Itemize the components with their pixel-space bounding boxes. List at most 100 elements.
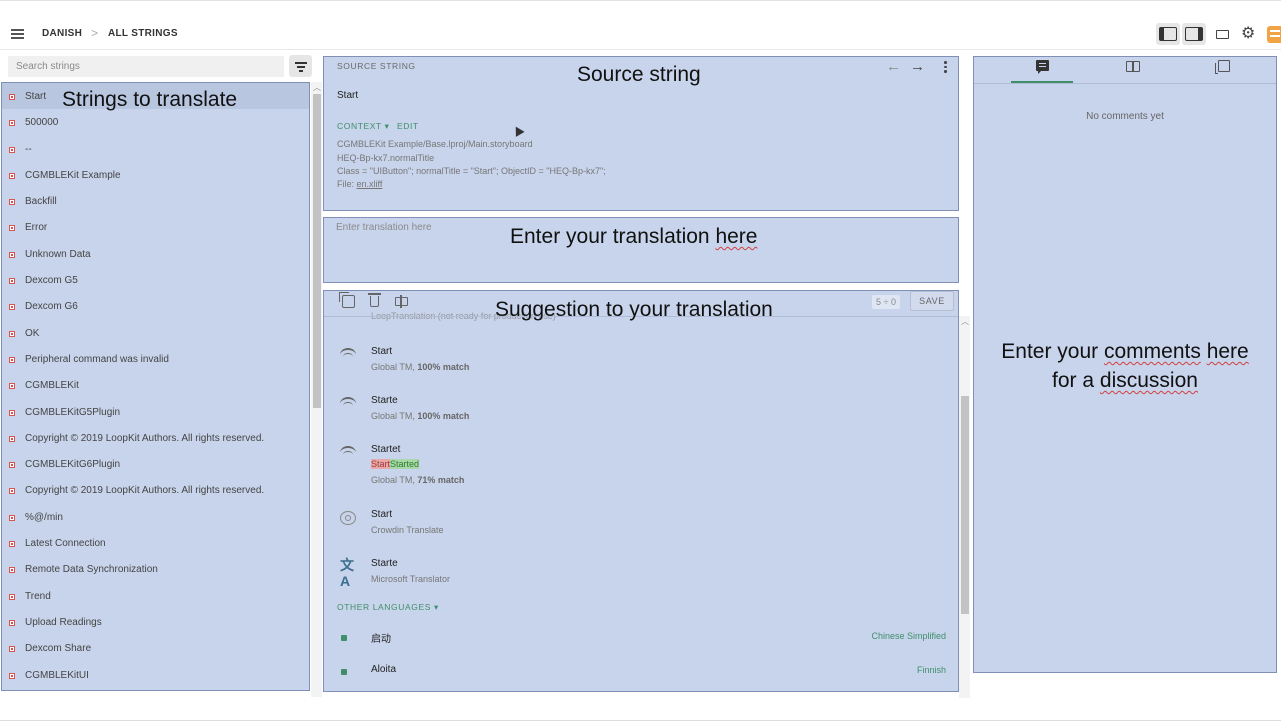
suggestion-item[interactable]: Start Crowdin Translate [324, 507, 958, 555]
string-text: Trend [25, 590, 51, 602]
layout-left-button[interactable] [1156, 23, 1180, 45]
save-button[interactable]: SAVE [910, 291, 954, 311]
menu-icon[interactable] [11, 29, 24, 39]
string-list-item[interactable]: Dexcom Share [2, 635, 309, 661]
split-view-icon[interactable] [395, 295, 408, 308]
string-list-item[interactable]: Copyright © 2019 LoopKit Authors. All ri… [2, 477, 309, 503]
scroll-up-icon[interactable]: ︿ [313, 82, 321, 93]
tab-comments[interactable] [1011, 57, 1073, 83]
suggestion-item[interactable]: Startet StartStarted Global TM, 71% matc… [324, 442, 958, 504]
other-language-text: Aloita [371, 664, 397, 675]
breadcrumb-page[interactable]: ALL STRINGS [108, 28, 178, 39]
scrollbar-thumb[interactable] [961, 396, 969, 614]
microsoft-translator-icon: 文A [340, 557, 354, 589]
copy-source-icon[interactable] [339, 292, 355, 308]
untranslated-status-icon [9, 567, 15, 574]
avatar[interactable] [1267, 26, 1281, 43]
string-list-item[interactable]: Copyright © 2019 LoopKit Authors. All ri… [2, 425, 309, 451]
string-text: Copyright © 2019 LoopKit Authors. All ri… [25, 485, 265, 497]
string-list-item[interactable]: Backfill [2, 188, 309, 214]
other-language-name: Chinese Simplified [871, 631, 946, 641]
other-language-name: Finnish [916, 665, 946, 675]
context-line: CGMBLEKit Example/Base.lproj/Main.storyb… [337, 139, 533, 149]
suggestion-source: Global TM, 71% match [371, 475, 465, 485]
source-overlay-caption: Source string [577, 63, 701, 86]
string-text: Start [25, 91, 47, 102]
tab-history[interactable] [1192, 57, 1254, 83]
breadcrumb-project[interactable]: DANISH [42, 28, 82, 39]
string-list-item[interactable]: Latest Connection [2, 530, 309, 556]
next-arrow-icon[interactable]: → [910, 58, 925, 75]
string-list-item[interactable]: 500000 [2, 109, 309, 135]
previous-arrow-icon[interactable]: ← [886, 58, 901, 75]
string-text: CGMBLEKitUI [25, 669, 89, 681]
context-edit-link[interactable]: EDIT [397, 121, 419, 131]
untranslated-status-icon [9, 541, 15, 548]
string-list-item[interactable]: Dexcom G6 [2, 293, 309, 319]
untranslated-status-icon [9, 304, 15, 311]
right-sidebar-icon [1185, 27, 1203, 41]
untranslated-status-icon [9, 356, 15, 363]
string-text: Backfill [25, 196, 57, 208]
string-text: 500000 [25, 117, 59, 129]
untranslated-status-icon [9, 435, 15, 442]
string-list-item[interactable]: CGMBLEKit Example [2, 162, 309, 188]
translation-memory-icon [340, 446, 356, 460]
string-list-item[interactable]: -- [2, 136, 309, 162]
tab-glossary[interactable] [1101, 57, 1163, 83]
string-list-item[interactable]: CGMBLEKitG6Plugin [2, 451, 309, 477]
breadcrumb-separator: > [91, 26, 99, 40]
search-input[interactable] [8, 56, 284, 77]
scrollbar-thumb[interactable] [313, 94, 321, 408]
other-languages-toggle[interactable]: OTHER LANGUAGES ▾ [337, 602, 439, 613]
translation-overlay-caption: Enter your translation here [510, 225, 758, 248]
scroll-up-icon[interactable]: ︿ [961, 316, 969, 327]
string-list-item[interactable]: Unknown Data [2, 241, 309, 267]
string-list-item[interactable]: CGMBLEKitUI [2, 662, 309, 688]
string-text: %@/min [25, 511, 63, 523]
gear-icon[interactable]: ⚙ [1241, 25, 1255, 43]
more-options-icon[interactable] [944, 61, 947, 75]
file-link[interactable]: en.xliff [357, 179, 383, 189]
string-text: Dexcom Share [25, 643, 92, 655]
keyboard-icon[interactable] [1216, 30, 1229, 39]
suggestion-item[interactable]: 文A Starte Microsoft Translator [324, 556, 958, 604]
translation-panel: Enter your translation here [323, 217, 959, 283]
string-text: Upload Readings [25, 616, 102, 628]
untranslated-status-icon [9, 146, 15, 153]
context-toggle[interactable]: CONTEXT ▾ [337, 121, 390, 132]
clear-icon[interactable] [368, 293, 381, 307]
suggestion-source: Global TM, 100% match [371, 411, 470, 421]
string-text: Copyright © 2019 LoopKit Authors. All ri… [25, 432, 265, 444]
string-list-item[interactable]: OK [2, 320, 309, 346]
strings-overlay-caption: Strings to translate [62, 88, 238, 111]
other-language-row[interactable]: 启动 Chinese Simplified [324, 628, 958, 658]
suggestions-scrollbar[interactable]: ︿ [959, 316, 970, 698]
string-list-item[interactable]: Trend [2, 583, 309, 609]
string-text: CGMBLEKitG6Plugin [25, 459, 121, 471]
untranslated-status-icon [9, 672, 15, 679]
string-list-item[interactable]: Dexcom G5 [2, 267, 309, 293]
string-list-item[interactable]: Error [2, 214, 309, 240]
untranslated-status-icon [9, 251, 15, 258]
string-list-item[interactable]: Upload Readings [2, 609, 309, 635]
layout-right-button[interactable] [1182, 23, 1206, 45]
suggestion-item[interactable]: Starte Global TM, 100% match [324, 393, 958, 441]
string-list-item[interactable]: %@/min [2, 504, 309, 530]
filter-button[interactable] [289, 55, 312, 77]
context-line: HEQ-Bp-kx7.normalTitle [337, 153, 435, 163]
untranslated-status-icon [9, 514, 15, 521]
other-language-row[interactable]: Aloita Finnish [324, 662, 958, 691]
suggestion-item[interactable]: Start Global TM, 100% match [324, 344, 958, 392]
crowdin-icon [340, 511, 356, 525]
string-text: Dexcom G6 [25, 301, 78, 313]
strings-scrollbar[interactable]: ︿ [311, 82, 322, 697]
string-list-item[interactable]: CGMBLEKitG5Plugin [2, 399, 309, 425]
untranslated-status-icon [9, 383, 15, 390]
string-list-item[interactable]: Remote Data Synchronization [2, 556, 309, 582]
string-text: Dexcom G5 [25, 275, 78, 287]
string-list-item[interactable]: Peripheral command was invalid [2, 346, 309, 372]
untranslated-status-icon [9, 120, 15, 127]
string-list-item[interactable]: CGMBLEKit [2, 372, 309, 398]
untranslated-status-icon [9, 225, 15, 232]
